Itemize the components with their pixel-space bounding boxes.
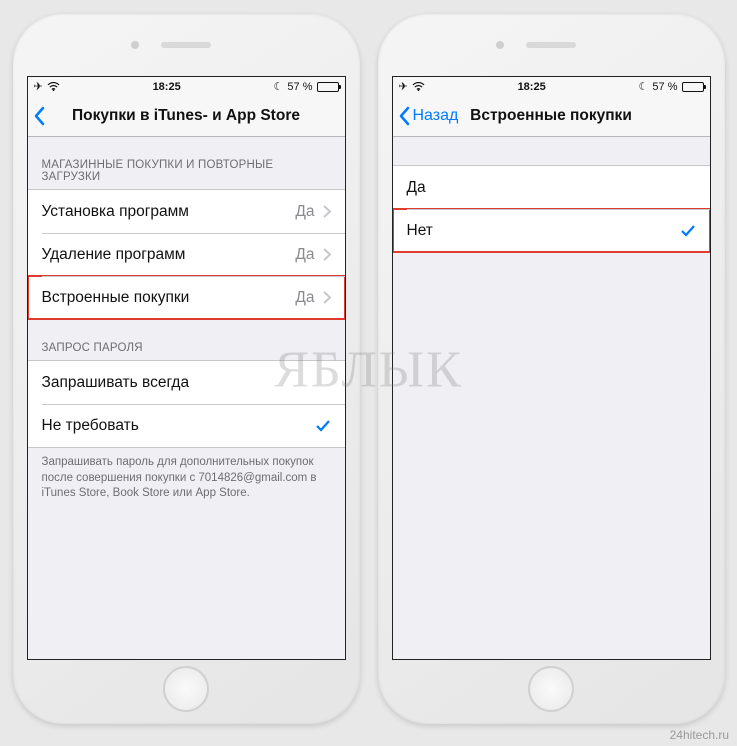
back-button[interactable]: Назад bbox=[393, 106, 459, 126]
row-dont-require[interactable]: Не требовать bbox=[28, 404, 345, 447]
back-button[interactable] bbox=[28, 106, 46, 126]
content[interactable]: Да Нет bbox=[393, 137, 710, 659]
status-time: 18:25 bbox=[518, 81, 546, 93]
row-value: Да bbox=[295, 203, 314, 221]
row-label: Нет bbox=[407, 222, 433, 240]
home-button[interactable] bbox=[528, 666, 574, 712]
row-value: Да bbox=[295, 246, 314, 264]
section-header-password: ЗАПРОС ПАРОЛЯ bbox=[28, 320, 345, 360]
battery-icon bbox=[317, 82, 339, 92]
cell-group-store: Установка программ Да Удаление программ … bbox=[28, 189, 345, 320]
back-label: Назад bbox=[413, 107, 459, 125]
chevron-left-icon bbox=[398, 106, 411, 126]
row-delete-apps[interactable]: Удаление программ Да bbox=[28, 233, 345, 276]
home-button[interactable] bbox=[163, 666, 209, 712]
battery-icon bbox=[682, 82, 704, 92]
row-label: Запрашивать всегда bbox=[42, 374, 190, 392]
cell-group-options: Да Нет bbox=[393, 165, 710, 253]
screen: ✈︎ 18:25 ☾ 57 % Покупки в iTunes- и App … bbox=[27, 76, 346, 660]
chevron-left-icon bbox=[33, 106, 46, 126]
status-bar: ✈︎ 18:25 ☾ 57 % bbox=[393, 77, 710, 96]
row-label: Удаление программ bbox=[42, 246, 186, 264]
row-label: Установка программ bbox=[42, 203, 189, 221]
screen: ✈︎ 18:25 ☾ 57 % Назад Встроенные покупки bbox=[392, 76, 711, 660]
chevron-right-icon bbox=[323, 248, 331, 261]
moon-icon: ☾ bbox=[274, 80, 284, 93]
battery-pct: 57 % bbox=[652, 81, 677, 93]
phone-left: ✈︎ 18:25 ☾ 57 % Покупки в iTunes- и App … bbox=[13, 14, 360, 724]
row-label: Да bbox=[407, 179, 426, 197]
phone-right: ✈︎ 18:25 ☾ 57 % Назад Встроенные покупки bbox=[378, 14, 725, 724]
check-icon bbox=[315, 419, 331, 433]
option-no[interactable]: Нет bbox=[393, 209, 710, 252]
check-icon bbox=[680, 224, 696, 238]
content[interactable]: МАГАЗИННЫЕ ПОКУПКИ И ПОВТОРНЫЕ ЗАГРУЗКИ … bbox=[28, 137, 345, 659]
row-label: Не требовать bbox=[42, 417, 139, 435]
wifi-icon bbox=[412, 82, 425, 92]
row-label: Встроенные покупки bbox=[42, 289, 190, 307]
battery-pct: 57 % bbox=[287, 81, 312, 93]
credit: 24hitech.ru bbox=[670, 728, 729, 742]
status-bar: ✈︎ 18:25 ☾ 57 % bbox=[28, 77, 345, 96]
section-footer: Запрашивать пароль для дополнительных по… bbox=[28, 448, 345, 502]
status-time: 18:25 bbox=[153, 81, 181, 93]
option-yes[interactable]: Да bbox=[393, 166, 710, 209]
nav-bar: Покупки в iTunes- и App Store bbox=[28, 96, 345, 137]
chevron-right-icon bbox=[323, 291, 331, 304]
cell-group-password: Запрашивать всегда Не требовать bbox=[28, 360, 345, 448]
page-title: Покупки в iTunes- и App Store bbox=[28, 107, 345, 125]
row-in-app-purchases[interactable]: Встроенные покупки Да bbox=[28, 276, 345, 319]
nav-bar: Назад Встроенные покупки bbox=[393, 96, 710, 137]
airplane-icon: ✈︎ bbox=[34, 80, 43, 93]
section-header-store: МАГАЗИННЫЕ ПОКУПКИ И ПОВТОРНЫЕ ЗАГРУЗКИ bbox=[28, 137, 345, 189]
chevron-right-icon bbox=[323, 205, 331, 218]
row-install-apps[interactable]: Установка программ Да bbox=[28, 190, 345, 233]
airplane-icon: ✈︎ bbox=[399, 80, 408, 93]
wifi-icon bbox=[47, 82, 60, 92]
row-value: Да bbox=[295, 289, 314, 307]
row-always-require[interactable]: Запрашивать всегда bbox=[28, 361, 345, 404]
moon-icon: ☾ bbox=[639, 80, 649, 93]
